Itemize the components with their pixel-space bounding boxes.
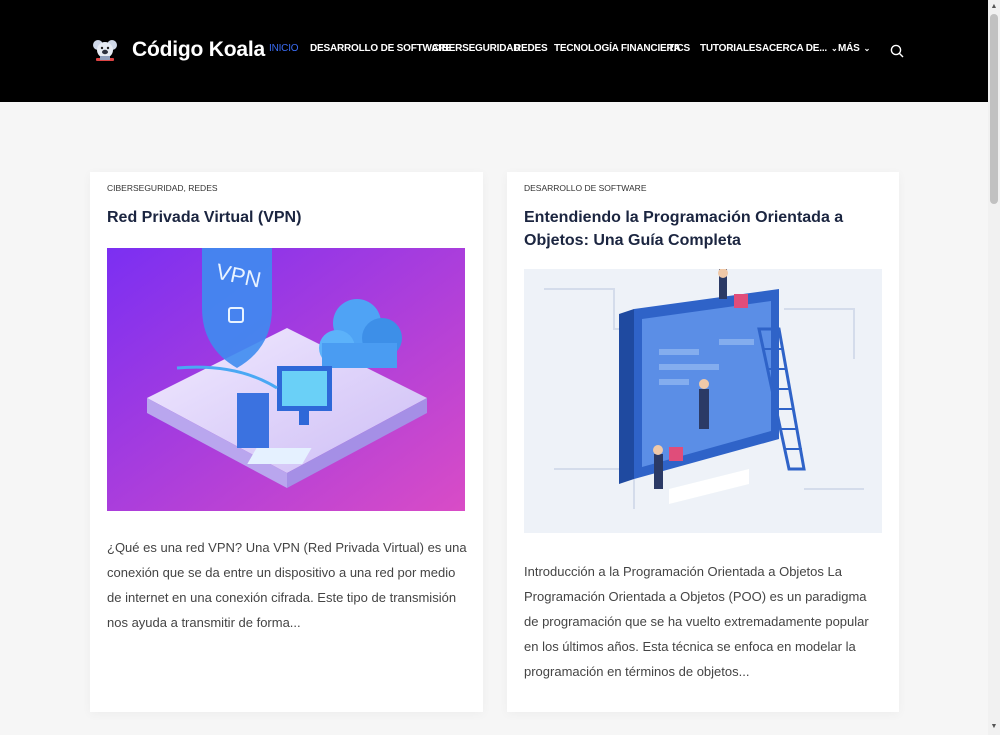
scroll-up-arrow-icon[interactable]: ▲ — [990, 2, 998, 12]
posts-area: CIBERSEGURIDAD, REDES Red Privada Virtua… — [0, 102, 988, 735]
post-thumbnail[interactable]: VPN — [107, 248, 465, 511]
post-excerpt: Introducción a la Programación Orientada… — [524, 564, 869, 679]
category-link[interactable]: CIBERSEGURIDAD — [107, 183, 184, 193]
post-categories: DESARROLLO DE SOFTWARE — [524, 183, 646, 193]
category-link[interactable]: REDES — [188, 183, 217, 193]
nav-item-inicio[interactable]: INICIO — [269, 43, 299, 54]
scrollbar-thumb[interactable] — [990, 14, 998, 204]
nav-item-mas[interactable]: MÁS ⌄ — [838, 43, 870, 54]
post-title[interactable]: Entendiendo la Programación Orientada a … — [524, 206, 884, 252]
site-header: Código Koala INICIO DESARROLLO DE SOFTWA… — [0, 0, 988, 102]
post-excerpt: ¿Qué es una red VPN? Una VPN (Red Privad… — [107, 540, 467, 630]
nav-item-ciberseguridad[interactable]: CIBERSEGURIDAD — [432, 43, 521, 54]
post-card: CIBERSEGURIDAD, REDES Red Privada Virtua… — [90, 172, 483, 712]
nav-item-tecnologia-financiera[interactable]: TECNOLOGÍA FINANCIERA — [554, 43, 681, 54]
nav-item-acerca-de[interactable]: ACERCA DE... ⌄ — [762, 43, 838, 54]
post-categories: CIBERSEGURIDAD, REDES — [107, 183, 218, 193]
nav-item-desarrollo-de-software[interactable]: DESARROLLO DE SOFTWARE — [310, 43, 452, 54]
site-title[interactable]: Código Koala — [132, 38, 265, 62]
nav-item-acerca-de-label: ACERCA DE... — [762, 43, 828, 54]
nav-item-redes[interactable]: REDES — [514, 43, 548, 54]
vertical-scrollbar[interactable]: ▲ ▼ — [988, 0, 1000, 735]
nav-item-tics[interactable]: TICS — [668, 43, 690, 54]
nav-item-tutoriales[interactable]: TUTORIALES — [700, 43, 762, 54]
oop-illustration — [524, 269, 882, 533]
scroll-down-arrow-icon[interactable]: ▼ — [990, 722, 998, 732]
post-card: DESARROLLO DE SOFTWARE Entendiendo la Pr… — [507, 172, 899, 712]
vpn-illustration: VPN — [107, 248, 465, 511]
category-link[interactable]: DESARROLLO DE SOFTWARE — [524, 183, 646, 193]
nav-item-mas-label: MÁS — [838, 43, 860, 54]
chevron-down-icon: ⌄ — [863, 44, 871, 53]
koala-logo-icon[interactable] — [90, 36, 120, 66]
post-title[interactable]: Red Privada Virtual (VPN) — [107, 206, 467, 229]
search-icon[interactable] — [889, 43, 905, 59]
post-thumbnail[interactable] — [524, 269, 882, 533]
chevron-down-icon: ⌄ — [831, 44, 838, 53]
